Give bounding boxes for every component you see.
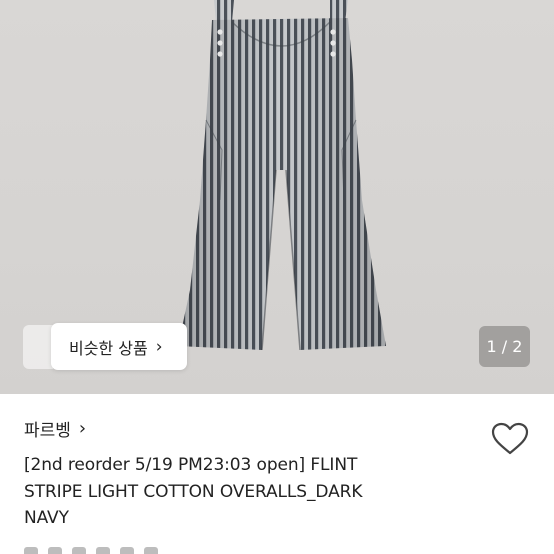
product-title-line: NAVY	[24, 508, 69, 528]
chevron-right-icon: ›	[78, 418, 87, 439]
image-page-counter: 1 / 2	[479, 326, 530, 367]
price-row-partial	[24, 546, 194, 554]
heart-outline-icon[interactable]	[491, 422, 529, 456]
product-title-line: STRIPE LIGHT COTTON OVERALLS_DARK	[24, 481, 363, 502]
chevron-right-icon: ›	[155, 336, 163, 357]
shop-link[interactable]: 파르벵 ›	[24, 416, 86, 441]
previous-similar-tab	[23, 325, 53, 369]
product-title-line: [2nd reorder 5/19 PM23:03 open] FLINT	[24, 455, 358, 475]
page-counter-text: 1 / 2	[486, 337, 523, 356]
product-image-gallery[interactable]: 비슷한 상품 › 1 / 2	[0, 0, 554, 394]
shop-name: 파르벵	[24, 421, 71, 441]
similar-products-label: 비슷한 상품	[69, 338, 148, 358]
product-title: [2nd reorder 5/19 PM23:03 open] FLINT ST…	[24, 452, 444, 532]
similar-products-button[interactable]: 비슷한 상품 ›	[51, 323, 187, 370]
